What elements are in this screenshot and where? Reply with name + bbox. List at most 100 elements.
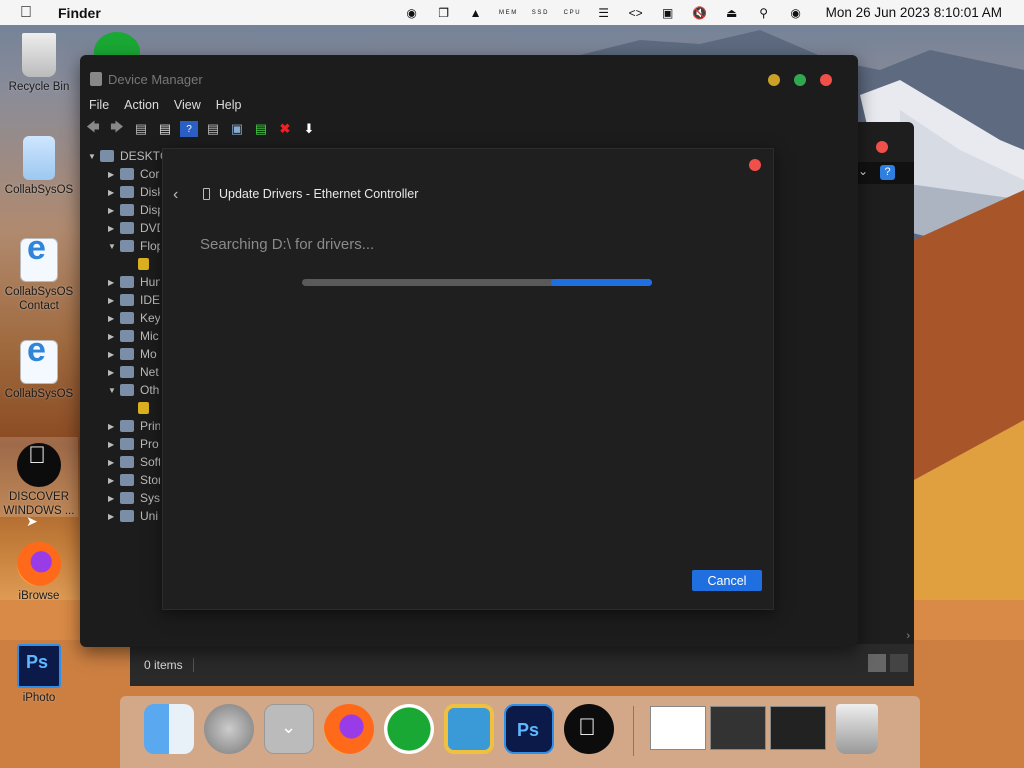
forward-arrow-icon[interactable]: 🡆 (108, 119, 126, 137)
launchpad-icon[interactable] (204, 704, 254, 754)
tree-category-item[interactable]: ▶ Key (80, 309, 170, 327)
ssd-meter-icon[interactable]: S S D (531, 5, 549, 21)
maximize-button[interactable] (794, 74, 806, 86)
cancel-button[interactable]: Cancel (692, 570, 762, 591)
eject-circle-icon[interactable]: ▲ (467, 5, 485, 21)
desktop-icon-discover-windows[interactable]:  DISCOVER WINDOWS ... (0, 437, 78, 517)
tree-child-item[interactable] (80, 255, 170, 273)
caret-right-icon[interactable]: ▶ (108, 206, 118, 215)
caret-right-icon[interactable]: ▶ (108, 224, 118, 233)
minimized-window-thumbnail[interactable] (710, 706, 766, 750)
app-name-menu[interactable]: Finder (58, 5, 101, 21)
tree-child-item[interactable] (80, 399, 170, 417)
tree-root[interactable]: ▼ DESKTC (80, 147, 170, 165)
copy-icon[interactable]: ❐ (435, 5, 453, 21)
back-arrow-icon[interactable]: 🡄 (84, 119, 102, 137)
file-manager-icon[interactable] (444, 704, 494, 754)
firefox-icon[interactable] (324, 704, 374, 754)
tree-category-item[interactable]: ▶ Pro (80, 435, 170, 453)
trash-icon[interactable] (836, 704, 878, 754)
github-icon[interactable]: ◉ (403, 5, 421, 21)
tree-category-item[interactable]: ▶ DVD (80, 219, 170, 237)
menu-action[interactable]: Action (124, 98, 159, 112)
monitor-icon[interactable]: ▣ (228, 121, 246, 137)
caret-right-icon[interactable]: ▶ (108, 332, 118, 341)
desktop-icon-collabsysos-folder[interactable]: CollabSysOS (0, 136, 78, 197)
grid-view-button[interactable] (890, 654, 908, 672)
mute-icon[interactable]: 🔇 (691, 5, 709, 21)
caret-right-icon[interactable]: ▶ (108, 440, 118, 449)
minimized-window-thumbnail[interactable] (770, 706, 826, 750)
tree-category-item[interactable]: ▶ Cor (80, 165, 170, 183)
download-icon[interactable]: ⬇ (300, 121, 318, 137)
caret-right-icon[interactable]: ▶ (108, 188, 118, 197)
menu-file[interactable]: File (89, 98, 109, 112)
caret-right-icon[interactable]: ▶ (108, 350, 118, 359)
caret-down-icon[interactable]: ▼ (108, 242, 118, 251)
tree-category-item[interactable]: ▼ Flop (80, 237, 170, 255)
caret-down-icon[interactable]: ▼ (88, 152, 98, 161)
help-icon[interactable]: ? (880, 165, 895, 180)
back-chevron-icon[interactable]: ‹ (173, 186, 178, 204)
caret-down-icon[interactable]: ▼ (108, 386, 118, 395)
apple-icon[interactable]:  (564, 704, 614, 754)
caret-right-icon[interactable]: ▶ (108, 278, 118, 287)
tree-category-item[interactable]: ▶ Net (80, 363, 170, 381)
desktop-icon-collabsysos-contact[interactable]: e CollabSysOS Contact (0, 231, 78, 313)
tree-category-item[interactable]: ▶ Prin (80, 417, 170, 435)
list-icon[interactable]: ☰ (595, 5, 613, 21)
help-icon[interactable]: ? (180, 121, 198, 137)
tree-category-item[interactable]: ▶ Mo (80, 345, 170, 363)
code-icon[interactable]: <> (627, 5, 645, 21)
scroll-right-icon[interactable]: › (906, 630, 910, 642)
mem-meter-icon[interactable]: M E M (499, 5, 517, 21)
background-close-button[interactable] (876, 141, 888, 153)
menu-help[interactable]: Help (216, 98, 242, 112)
minimize-button[interactable] (768, 74, 780, 86)
caret-right-icon[interactable]: ▶ (108, 170, 118, 179)
apple-menu-icon[interactable]:  (20, 4, 42, 22)
desktop-icon-collabsysos-shortcut[interactable]: e CollabSysOS (0, 333, 78, 401)
utorrent-icon[interactable] (384, 704, 434, 754)
desktop-icon-ibrowse[interactable]: iBrowse (0, 542, 78, 603)
update-driver-icon[interactable]: ▤ (252, 121, 270, 137)
tree-category-item[interactable]: ▶ Disp (80, 201, 170, 219)
clock[interactable]: Mon 26 Jun 2023 8:10:01 AM (826, 5, 1002, 20)
tree-category-item[interactable]: ▶ IDE (80, 291, 170, 309)
caret-right-icon[interactable]: ▶ (108, 368, 118, 377)
desktop-icon-recycle-bin[interactable]: Recycle Bin (0, 33, 78, 94)
eject-icon[interactable]: ⏏ (723, 5, 741, 21)
list-view-button[interactable] (868, 654, 886, 672)
tree-category-item[interactable]: ▶ Mic (80, 327, 170, 345)
caret-right-icon[interactable]: ▶ (108, 476, 118, 485)
caret-right-icon[interactable]: ▶ (108, 314, 118, 323)
control-center-icon[interactable]: ◉ (787, 5, 805, 21)
finder-icon[interactable] (144, 704, 194, 754)
close-button[interactable] (820, 74, 832, 86)
search-icon[interactable]: ⚲ (755, 5, 773, 21)
caret-right-icon[interactable]: ▶ (108, 512, 118, 521)
desktop-icon-iphoto[interactable]: Ps iPhoto (0, 644, 78, 705)
view-icon[interactable]: ▤ (204, 121, 222, 137)
properties-icon[interactable]: ▤ (132, 121, 150, 137)
dialog-close-button[interactable] (749, 159, 761, 171)
caret-right-icon[interactable]: ▶ (108, 296, 118, 305)
caret-right-icon[interactable]: ▶ (108, 458, 118, 467)
tree-category-item[interactable]: ▶ Stor (80, 471, 170, 489)
caret-right-icon[interactable]: ▶ (108, 494, 118, 503)
tree-category-item[interactable]: ▶ Hun (80, 273, 170, 291)
minimized-window-thumbnail[interactable] (650, 706, 706, 750)
cpu-meter-icon[interactable]: C P U (563, 5, 581, 21)
tree-category-item[interactable]: ▶ Disk (80, 183, 170, 201)
uninstall-icon[interactable]: ✖ (276, 121, 294, 137)
monitor-icon[interactable]: ▣ (659, 5, 677, 21)
tree-category-item[interactable]: ▶ Syst (80, 489, 170, 507)
photoshop-icon[interactable]: Ps (504, 704, 554, 754)
document-icon[interactable]: ▤ (156, 121, 174, 137)
downloads-icon[interactable]: ⌄ (264, 704, 314, 754)
tree-category-item[interactable]: ▶ Soft (80, 453, 170, 471)
menu-view[interactable]: View (174, 98, 201, 112)
chevron-down-icon[interactable]: ⌄ (858, 164, 868, 178)
tree-category-item[interactable]: ▼ Oth (80, 381, 170, 399)
tree-category-item[interactable]: ▶ Uni (80, 507, 170, 525)
